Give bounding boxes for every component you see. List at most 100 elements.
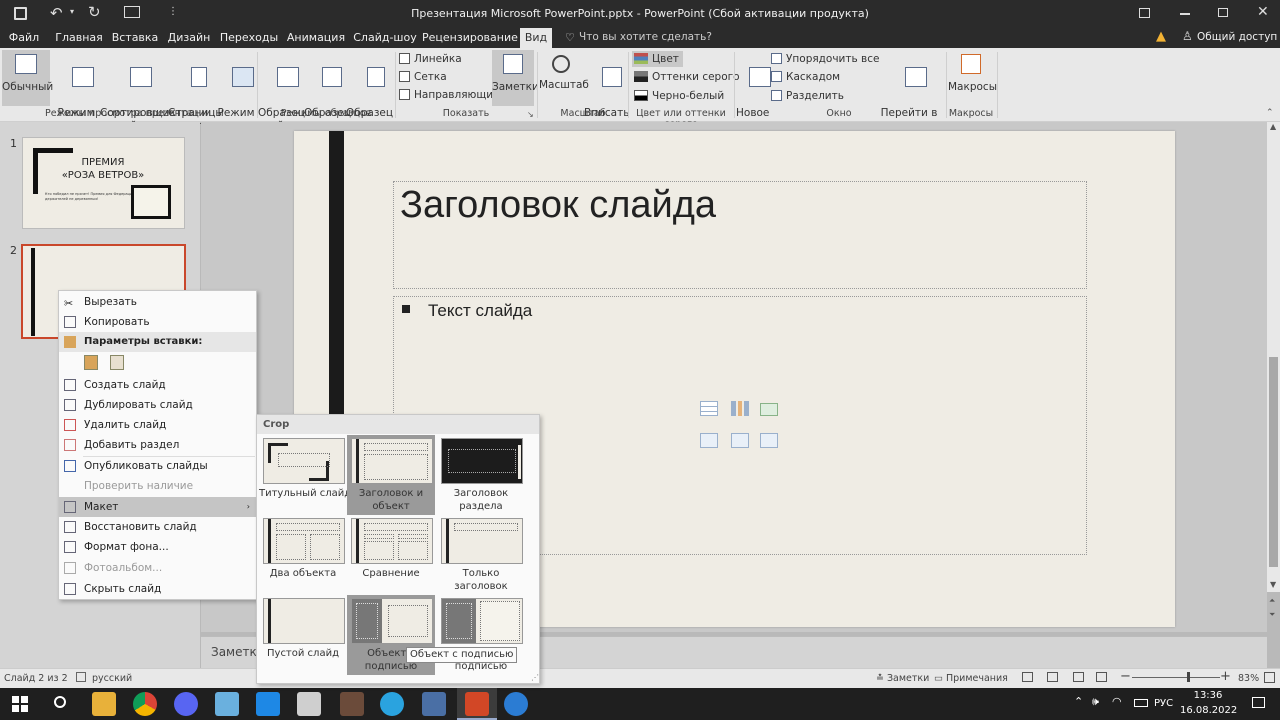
- outline-view-button[interactable]: Режим структуры: [52, 50, 110, 132]
- warning-icon[interactable]: ▲: [1156, 29, 1166, 44]
- zoom-level[interactable]: 83%: [1238, 673, 1259, 684]
- tab-animation[interactable]: Анимация: [286, 28, 346, 48]
- insert-smartart-icon[interactable]: [760, 403, 778, 416]
- zoom-in-icon[interactable]: +: [1220, 669, 1231, 684]
- save-icon[interactable]: [14, 7, 27, 20]
- notes-toggle-button[interactable]: Заметки: [492, 50, 539, 106]
- menu-item-publish-slides[interactable]: Опубликовать слайды: [59, 456, 256, 476]
- powerpoint-icon[interactable]: [465, 692, 489, 716]
- tab-view[interactable]: Вид: [520, 28, 552, 48]
- clock-date[interactable]: 16.08.2022: [1180, 705, 1237, 716]
- clock-time[interactable]: 13:36: [1186, 690, 1230, 701]
- tab-insert[interactable]: Вставка: [110, 28, 160, 48]
- layout-title-content[interactable]: Заголовок и объект: [347, 435, 435, 515]
- vertical-scrollbar[interactable]: ▲ ▼: [1267, 122, 1280, 592]
- paste-keep-format-icon[interactable]: [84, 355, 98, 370]
- app-icon[interactable]: [256, 692, 280, 716]
- dialog-launcher-icon[interactable]: ↘: [527, 110, 534, 119]
- discord-icon[interactable]: [174, 692, 198, 716]
- fit-window-button[interactable]: Вписать в окно: [584, 50, 629, 132]
- menu-item-add-section[interactable]: Добавить раздел: [59, 435, 256, 455]
- scroll-up-icon[interactable]: ▲: [1270, 122, 1276, 131]
- menu-item-new-slide[interactable]: Создать слайд: [59, 375, 256, 395]
- present-icon[interactable]: [124, 6, 140, 18]
- notifications-icon[interactable]: [1252, 697, 1265, 708]
- layout-title-slide[interactable]: Титульный слайд: [259, 435, 351, 515]
- notes-page-button[interactable]: Страницы заметок: [168, 50, 224, 132]
- online-picture-icon[interactable]: [731, 433, 749, 448]
- tab-review[interactable]: Рецензирование: [422, 28, 518, 48]
- undo-icon[interactable]: ↶: [50, 4, 63, 22]
- keyboard-language[interactable]: РУС: [1154, 698, 1173, 709]
- fit-slide-icon[interactable]: [1264, 672, 1275, 683]
- app-icon[interactable]: [422, 692, 446, 716]
- tab-home[interactable]: Главная: [52, 28, 106, 48]
- zoom-slider[interactable]: [1132, 672, 1220, 682]
- zoom-out-icon[interactable]: −: [1120, 669, 1131, 684]
- search-icon[interactable]: [54, 696, 66, 708]
- menu-item-delete-slide[interactable]: Удалить слайд: [59, 415, 256, 435]
- layout-blank[interactable]: Пустой слайд: [259, 595, 347, 675]
- next-slide-icon[interactable]: ⏷: [1269, 610, 1275, 620]
- layout-content-caption[interactable]: Объект с подписью: [347, 595, 435, 675]
- macros-button[interactable]: Макросы: [948, 50, 997, 106]
- slideshow-status-icon[interactable]: [1096, 672, 1107, 682]
- arrange-all-button[interactable]: Упорядочить все: [771, 52, 879, 66]
- minimize-icon[interactable]: [1180, 13, 1190, 15]
- guides-checkbox[interactable]: Направляющие: [399, 88, 500, 102]
- title-placeholder[interactable]: Заголовок слайда: [393, 181, 1087, 289]
- battery-icon[interactable]: [1134, 699, 1148, 707]
- normal-view-status-icon[interactable]: [1022, 672, 1033, 682]
- insert-picture-icon[interactable]: [700, 433, 718, 448]
- share-button[interactable]: Общий доступ: [1197, 31, 1277, 43]
- grayscale-button[interactable]: Оттенки серого: [634, 70, 740, 84]
- menu-item-layout[interactable]: Макет ›: [59, 497, 256, 517]
- handout-master-button[interactable]: Образец выдач: [304, 50, 351, 132]
- black-white-button[interactable]: Черно-белый: [634, 89, 724, 103]
- normal-view-button[interactable]: Обычный: [2, 50, 53, 106]
- slide-sorter-button[interactable]: Сортировщик слайдов: [100, 50, 176, 132]
- sorter-view-status-icon[interactable]: [1047, 672, 1058, 682]
- insert-video-icon[interactable]: [760, 433, 778, 448]
- zoom-slider-thumb[interactable]: [1187, 672, 1190, 682]
- menu-item-check-updates[interactable]: Проверить наличие обновлений: [59, 476, 256, 512]
- qat-customize-icon[interactable]: ⋮: [168, 6, 178, 17]
- tell-me-input[interactable]: Что вы хотите сделать?: [579, 31, 712, 43]
- split-button[interactable]: Разделить: [771, 89, 844, 103]
- cascade-button[interactable]: Каскадом: [771, 70, 840, 84]
- telegram-icon[interactable]: [380, 692, 404, 716]
- tab-slideshow[interactable]: Слайд-шоу: [352, 28, 418, 48]
- switch-window-button[interactable]: Перейти в другое окно: [874, 50, 944, 132]
- layout-comparison[interactable]: Сравнение: [347, 515, 435, 595]
- notes-status-button[interactable]: ≛ Заметки: [876, 673, 929, 684]
- layout-picture-caption[interactable]: Рисунок с подписью: [437, 595, 525, 675]
- menu-item-copy[interactable]: Копировать: [59, 312, 256, 332]
- slide-thumbnail-1[interactable]: ПРЕМИЯ «РОЗА ВЕТРОВ» Кто победил не пряч…: [22, 137, 185, 229]
- collapse-ribbon-icon[interactable]: ⌃: [1266, 108, 1274, 118]
- tab-design[interactable]: Дизайн: [166, 28, 212, 48]
- menu-item-duplicate-slide[interactable]: Дублировать слайд: [59, 395, 256, 415]
- reading-view-status-icon[interactable]: [1073, 672, 1084, 682]
- undo-dropdown-icon[interactable]: ▾: [70, 7, 74, 16]
- layout-section-header[interactable]: Заголовок раздела: [437, 435, 525, 515]
- file-explorer-icon[interactable]: [92, 692, 116, 716]
- app-icon[interactable]: [297, 692, 321, 716]
- insert-chart-icon[interactable]: [731, 401, 749, 416]
- close-icon[interactable]: ✕: [1257, 4, 1269, 20]
- windows-start-icon[interactable]: [12, 696, 28, 712]
- menu-item-format-background[interactable]: Формат фона...: [59, 537, 256, 557]
- game-icon[interactable]: [340, 692, 364, 716]
- ribbon-display-icon[interactable]: [1139, 8, 1150, 18]
- language-indicator[interactable]: русский: [92, 673, 132, 684]
- reading-view-button[interactable]: Режим чтения: [216, 50, 256, 132]
- layout-title-only[interactable]: Только заголовок: [437, 515, 525, 595]
- restore-icon[interactable]: [1218, 8, 1228, 17]
- spellcheck-icon[interactable]: [76, 672, 86, 682]
- menu-item-reset-slide[interactable]: Восстановить слайд: [59, 517, 256, 537]
- insert-table-icon[interactable]: [700, 401, 718, 416]
- new-window-button[interactable]: Новое окно: [736, 50, 772, 132]
- tab-transitions[interactable]: Переходы: [218, 28, 280, 48]
- prev-slide-icon[interactable]: ⏶: [1269, 596, 1275, 606]
- redo-icon[interactable]: ↻: [88, 3, 101, 21]
- ruler-checkbox[interactable]: Линейка: [399, 52, 462, 66]
